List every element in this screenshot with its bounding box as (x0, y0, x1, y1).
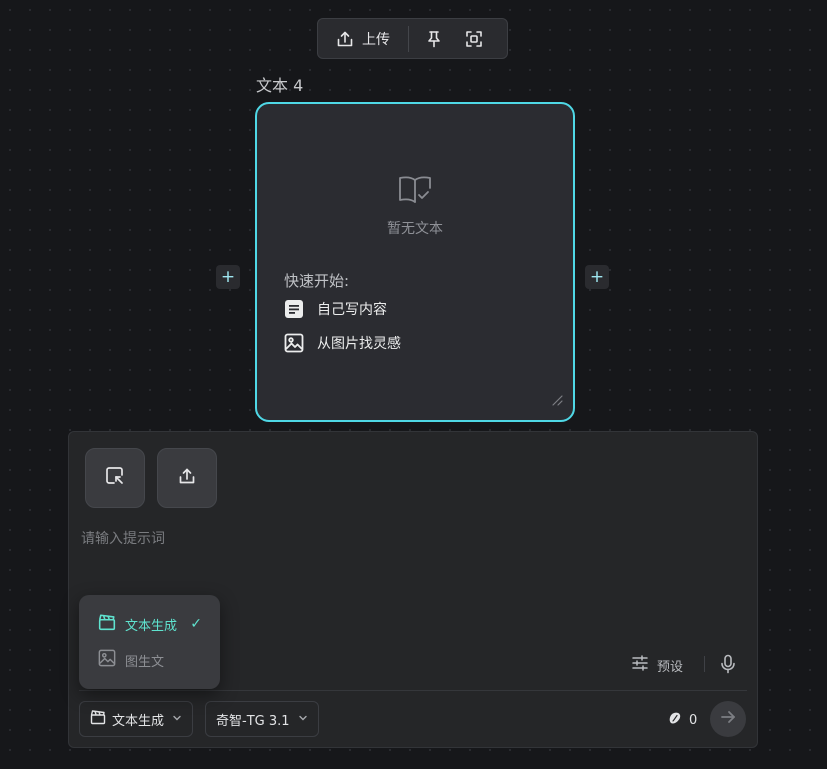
menu-item-label: 图生文 (125, 654, 165, 670)
menu-item-image-to-text[interactable]: 图生文 (79, 642, 220, 678)
bean-icon (667, 710, 683, 730)
upload-file-button[interactable] (157, 448, 217, 508)
image-icon (98, 649, 116, 671)
preset-divider (704, 656, 705, 672)
sliders-icon (631, 654, 649, 676)
preset-button[interactable]: 预设 (631, 654, 683, 676)
pin-button[interactable] (417, 19, 451, 58)
fit-screen-icon (465, 30, 483, 48)
menu-item-label: 文本生成 (125, 618, 178, 634)
upload-icon (336, 30, 354, 48)
clapperboard-icon (98, 613, 116, 635)
check-icon: ✓ (190, 616, 202, 632)
send-button[interactable] (710, 701, 746, 737)
credits-display: 0 (667, 710, 697, 730)
quick-item-label: 从图片找灵感 (317, 336, 401, 352)
quick-item-write[interactable]: 自己写内容 (284, 299, 387, 319)
clapperboard-icon (90, 709, 106, 729)
chevron-down-icon (298, 713, 308, 726)
document-icon (284, 299, 304, 319)
fit-screen-button[interactable] (457, 19, 491, 58)
upload-icon (178, 467, 196, 489)
model-select-label: 奇智-TG 3.1 (216, 713, 290, 729)
mode-dropdown-menu: 文本生成 ✓ 图生文 (79, 595, 220, 689)
upload-label: 上传 (362, 31, 390, 48)
pin-icon (426, 30, 442, 48)
book-check-icon (398, 174, 432, 210)
select-area-icon (105, 466, 125, 490)
preset-label: 预设 (657, 659, 684, 675)
select-from-canvas-button[interactable] (85, 448, 145, 508)
microphone-icon (719, 654, 737, 678)
menu-item-text-generation[interactable]: 文本生成 ✓ (79, 606, 220, 642)
node-toolbar: 上传 (317, 18, 508, 59)
mode-select[interactable]: 文本生成 (79, 701, 194, 737)
prompt-panel: 预设 文本生成 奇智-TG 3.1 (68, 431, 758, 748)
add-left-button[interactable]: + (216, 265, 240, 289)
quick-item-label: 自己写内容 (317, 302, 387, 318)
resize-handle-icon[interactable] (551, 391, 563, 410)
arrow-right-icon (719, 708, 737, 730)
text-node-card[interactable]: 暂无文本 快速开始: 自己写内容 从图片找灵感 (255, 102, 575, 422)
model-select[interactable]: 奇智-TG 3.1 (205, 701, 319, 737)
image-icon (284, 333, 304, 353)
upload-button[interactable]: 上传 (318, 19, 408, 58)
quick-start-label: 快速开始: (284, 272, 350, 290)
empty-state-text: 暂无文本 (387, 221, 443, 237)
credits-count: 0 (689, 712, 698, 728)
voice-input-button[interactable] (719, 654, 737, 678)
panel-divider (79, 690, 747, 691)
chevron-down-icon (172, 713, 182, 726)
toolbar-divider (408, 25, 409, 52)
mode-select-label: 文本生成 (112, 713, 165, 729)
add-right-button[interactable]: + (585, 265, 609, 289)
quick-item-image[interactable]: 从图片找灵感 (284, 333, 401, 353)
node-title: 文本 4 (256, 76, 304, 95)
